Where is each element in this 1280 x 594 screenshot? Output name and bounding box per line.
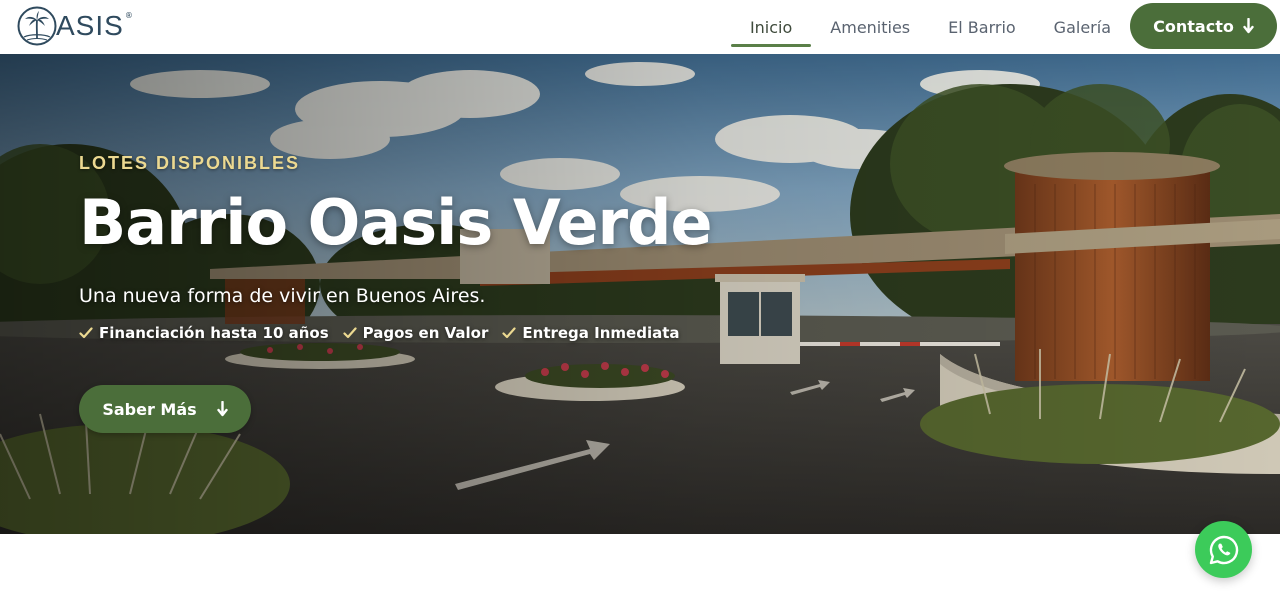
logo-text: ASIS — [56, 10, 124, 41]
brand-logo[interactable]: ASIS ® — [16, 5, 133, 47]
nav-item-inicio[interactable]: Inicio — [730, 0, 812, 54]
check-icon — [502, 327, 516, 339]
nav-item-el-barrio[interactable]: El Barrio — [929, 0, 1035, 54]
hero-title: Barrio Oasis Verde — [79, 186, 713, 259]
arrow-down-icon — [1243, 18, 1254, 34]
feature-list: Financiación hasta 10 años Pagos en Valo… — [79, 324, 680, 342]
nav-item-amenities[interactable]: Amenities — [811, 0, 929, 54]
feature-label: Financiación hasta 10 años — [99, 324, 329, 342]
site-header: ASIS ® Inicio Amenities El Barrio Galerí… — [0, 0, 1280, 54]
palm-tree-circle-icon — [17, 6, 57, 46]
contact-button-label: Contacto — [1153, 16, 1234, 36]
registered-mark: ® — [124, 11, 133, 20]
check-icon — [79, 327, 93, 339]
contact-button[interactable]: Contacto — [1130, 3, 1277, 49]
nav-item-galeria[interactable]: Galería — [1035, 0, 1130, 54]
saber-mas-label: Saber Más — [102, 399, 197, 419]
saber-mas-button[interactable]: Saber Más — [79, 385, 251, 433]
check-icon — [343, 327, 357, 339]
feature-item: Pagos en Valor — [343, 324, 489, 342]
feature-label: Pagos en Valor — [362, 324, 489, 342]
feature-item: Financiación hasta 10 años — [79, 324, 329, 342]
whatsapp-button[interactable] — [1195, 521, 1252, 578]
hero-section: LOTES DISPONIBLES Barrio Oasis Verde Una… — [0, 54, 1280, 534]
arrow-down-icon — [216, 401, 228, 417]
main-nav: Inicio Amenities El Barrio Galería — [730, 0, 1130, 54]
hero-subtitle: Una nueva forma de vivir en Buenos Aires… — [79, 285, 486, 307]
whatsapp-icon — [1209, 535, 1238, 564]
feature-item: Entrega Inmediata — [502, 324, 680, 342]
hero-eyebrow: LOTES DISPONIBLES — [79, 153, 301, 173]
feature-label: Entrega Inmediata — [522, 324, 680, 342]
